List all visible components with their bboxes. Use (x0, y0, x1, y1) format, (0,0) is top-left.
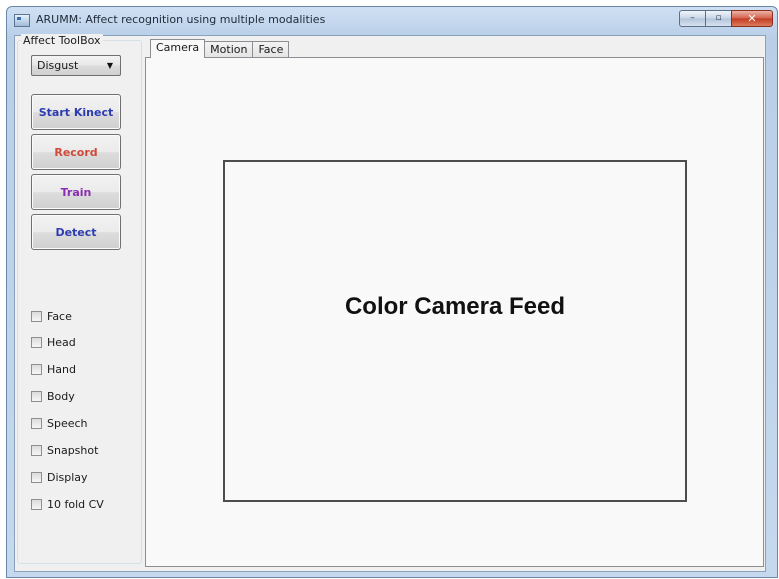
app-window: ARUMM: Affect recognition using multiple… (6, 6, 778, 578)
detect-button[interactable]: Detect (31, 214, 121, 250)
snapshot-checkbox-label: Snapshot (47, 444, 99, 457)
checkbox-box[interactable] (31, 311, 42, 322)
title-bar[interactable]: ARUMM: Affect recognition using multiple… (7, 7, 777, 35)
emotion-select-value: Disgust (37, 59, 79, 72)
checkbox-box[interactable] (31, 337, 42, 348)
record-button[interactable]: Record (31, 134, 121, 170)
minimize-button[interactable]: – (679, 10, 705, 27)
display-checkbox-label: Display (47, 471, 88, 484)
tab-face[interactable]: Face (252, 41, 290, 58)
caption-buttons: – ▫ ✕ (679, 10, 773, 27)
speech-checkbox[interactable]: Speech (31, 417, 88, 430)
affect-toolbox: Affect ToolBox Disgust ▼ Start Kinect Re… (17, 34, 142, 564)
detect-label: Detect (55, 225, 97, 239)
train-button[interactable]: Train (31, 174, 121, 210)
emotion-select[interactable]: Disgust ▼ (31, 55, 121, 76)
start-kinect-button[interactable]: Start Kinect (31, 94, 121, 130)
body-checkbox[interactable]: Body (31, 390, 75, 403)
body-checkbox-label: Body (47, 390, 75, 403)
camera-tab-panel: Color Camera Feed (145, 57, 764, 567)
ten-fold-cv-checkbox[interactable]: 10 fold CV (31, 498, 104, 511)
client-area: Affect ToolBox Disgust ▼ Start Kinect Re… (14, 34, 766, 572)
checkbox-box[interactable] (31, 418, 42, 429)
hand-checkbox[interactable]: Hand (31, 363, 76, 376)
checkbox-box[interactable] (31, 391, 42, 402)
app-icon (14, 14, 30, 27)
color-camera-feed: Color Camera Feed (223, 160, 687, 502)
display-checkbox[interactable]: Display (31, 471, 88, 484)
start-kinect-label: Start Kinect (38, 105, 114, 119)
snapshot-checkbox[interactable]: Snapshot (31, 444, 98, 457)
checkbox-box[interactable] (31, 445, 42, 456)
hand-checkbox-label: Hand (47, 363, 76, 376)
chevron-down-icon: ▼ (106, 61, 113, 70)
camera-feed-label: Color Camera Feed (344, 293, 566, 320)
ten-fold-cv-checkbox-label: 10 fold CV (47, 498, 104, 511)
close-button[interactable]: ✕ (731, 10, 773, 27)
tab-motion[interactable]: Motion (204, 41, 254, 58)
checkbox-box[interactable] (31, 472, 42, 483)
window-title: ARUMM: Affect recognition using multiple… (36, 13, 326, 26)
face-checkbox[interactable]: Face (31, 310, 72, 323)
train-label: Train (60, 185, 92, 199)
head-checkbox-label: Head (47, 336, 76, 349)
tab-control: Camera Motion Face Color Camera Feed (145, 36, 764, 568)
checkbox-box[interactable] (31, 499, 42, 510)
checkbox-box[interactable] (31, 364, 42, 375)
record-label: Record (54, 145, 98, 159)
tab-strip: Camera Motion Face (150, 39, 290, 58)
speech-checkbox-label: Speech (47, 417, 88, 430)
face-checkbox-label: Face (47, 310, 72, 323)
head-checkbox[interactable]: Head (31, 336, 76, 349)
toolbox-header: Affect ToolBox (21, 34, 103, 47)
maximize-button[interactable]: ▫ (705, 10, 731, 27)
tab-camera[interactable]: Camera (150, 39, 206, 58)
